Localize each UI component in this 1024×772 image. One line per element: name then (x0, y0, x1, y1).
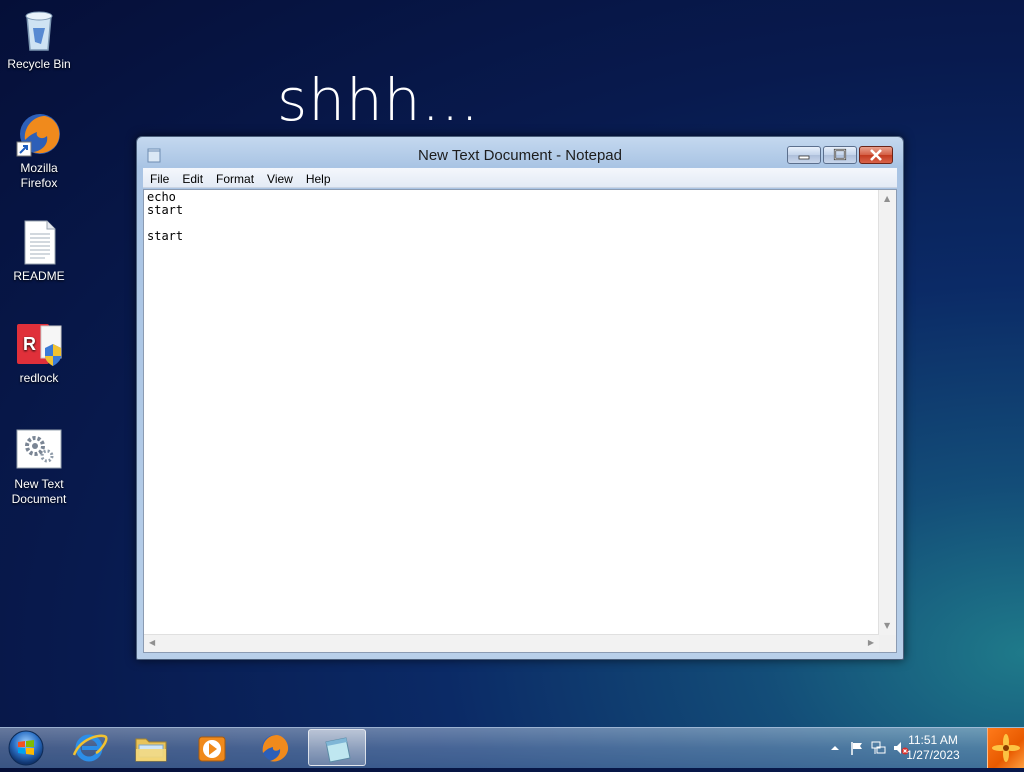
horizontal-scrollbar[interactable]: ◀ ▶ (144, 634, 879, 652)
taskbar: 11:51 AM 1/27/2023 (0, 727, 1024, 768)
menu-view[interactable]: View (260, 169, 299, 187)
desktop-icon-redlock[interactable]: R redlock (1, 320, 77, 386)
menu-bar: File Edit Format View Help (143, 168, 897, 188)
wallpaper-text: shhh... (277, 66, 480, 134)
menu-edit[interactable]: Edit (175, 169, 209, 187)
taskbar-notepad[interactable] (308, 729, 366, 766)
firefox-icon (246, 735, 304, 770)
menu-file[interactable]: File (143, 169, 175, 187)
menu-format[interactable]: Format (209, 169, 260, 187)
close-button[interactable] (859, 146, 893, 164)
vertical-scrollbar[interactable]: ▲ ▼ (878, 190, 896, 635)
action-center-flag-icon[interactable] (849, 740, 865, 756)
system-tray: 11:51 AM 1/27/2023 (799, 728, 1024, 768)
menu-help[interactable]: Help (299, 169, 337, 187)
scroll-down-icon[interactable]: ▼ (884, 622, 890, 630)
scroll-right-icon[interactable]: ▶ (868, 639, 874, 647)
document-text[interactable]: echo start start (147, 190, 876, 634)
title-bar[interactable]: New Text Document - Notepad (137, 137, 903, 171)
taskbar-media-player[interactable] (184, 729, 242, 766)
desktop-icon-new-text-document[interactable]: New Text Document (1, 426, 77, 507)
firefox-icon (15, 110, 63, 158)
windows-explorer-icon (122, 738, 180, 770)
scroll-up-icon[interactable]: ▲ (884, 195, 890, 203)
minimize-button[interactable] (787, 146, 821, 164)
desktop-icon-label: Mozilla Firefox (20, 161, 58, 190)
desktop-icon-label: Recycle Bin (7, 57, 71, 71)
taskbar-internet-explorer[interactable] (60, 729, 118, 766)
notepad-window[interactable]: New Text Document - Notepad File Edit Form… (136, 136, 904, 660)
scrollbar-corner (879, 635, 896, 652)
text-file-icon (15, 218, 63, 266)
desktop-icon-recycle-bin[interactable]: Recycle Bin (1, 6, 77, 72)
clock-date: 1/27/2023 (906, 748, 960, 762)
recycle-bin-icon (15, 6, 63, 54)
notepad-icon (309, 737, 367, 771)
text-editor[interactable]: echo start start ▲ ▼ ◀ ▶ (143, 189, 897, 653)
desktop-icon-readme[interactable]: README (1, 218, 77, 284)
network-icon[interactable] (871, 740, 887, 756)
maximize-button[interactable] (823, 146, 857, 164)
show-desktop-button[interactable] (987, 728, 1024, 768)
desktop-icon-label: redlock (19, 371, 59, 385)
redlock-icon: R (15, 320, 63, 368)
clock-time: 11:51 AM (908, 733, 958, 747)
media-player-icon (184, 736, 242, 770)
desktop-icon-label: New Text Document (11, 477, 67, 506)
desktop-icon-label: README (13, 269, 65, 283)
settings-file-icon (15, 426, 63, 474)
desktop-icon-firefox[interactable]: Mozilla Firefox (1, 110, 77, 191)
scroll-left-icon[interactable]: ◀ (149, 639, 155, 647)
taskbar-firefox[interactable] (246, 729, 304, 766)
clock[interactable]: 11:51 AM 1/27/2023 (904, 733, 962, 763)
start-button[interactable] (5, 729, 47, 767)
svg-text:R: R (23, 334, 36, 354)
taskbar-windows-explorer[interactable] (122, 729, 180, 766)
internet-explorer-icon (60, 734, 118, 770)
show-hidden-icons-icon[interactable] (827, 740, 843, 756)
